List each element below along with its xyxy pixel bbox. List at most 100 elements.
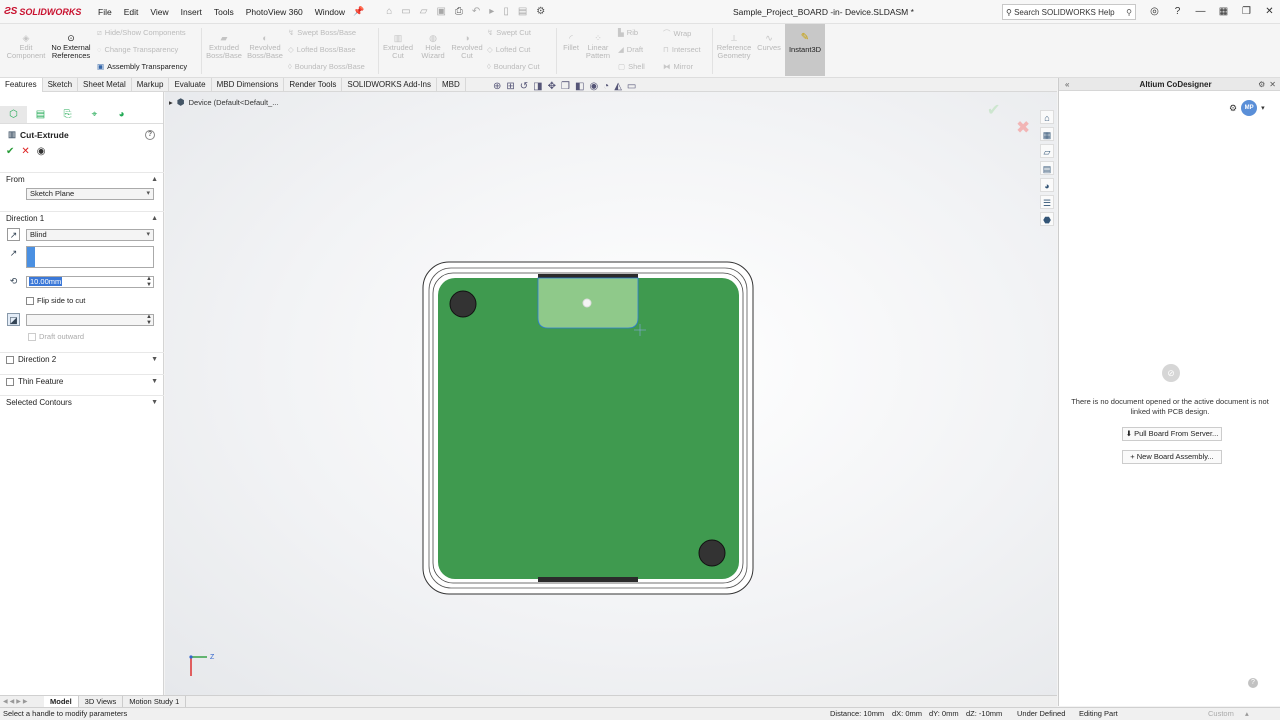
menu-tools[interactable]: Tools xyxy=(208,0,240,24)
fillet-button[interactable]: ◜ Fillet xyxy=(558,34,584,52)
restore-icon[interactable]: ❐ xyxy=(1235,0,1258,24)
edit-appearance-icon[interactable]: ◔ xyxy=(603,81,609,92)
thin-feature-header[interactable]: Thin Feature ▼ xyxy=(0,374,164,388)
hide-show-items-icon[interactable]: ◉ xyxy=(589,81,598,92)
mirror-button[interactable]: ⧓ Mirror xyxy=(663,62,693,71)
close-icon[interactable]: ✕ xyxy=(1258,0,1280,24)
menu-file[interactable]: File xyxy=(92,0,118,24)
file-properties-icon[interactable]: ▤ xyxy=(518,6,527,17)
thin-feature-checkbox[interactable] xyxy=(6,377,14,386)
revolved-boss-button[interactable]: ◐ Revolved Boss/Base xyxy=(245,34,285,60)
settings-gear-icon[interactable]: ⚙ xyxy=(1229,103,1237,114)
custom-properties-icon[interactable]: ☰ xyxy=(1040,195,1054,209)
rebuild-icon[interactable]: ▯ xyxy=(503,6,509,17)
revolved-cut-button[interactable]: ◑ Revolved Cut xyxy=(450,34,484,60)
hole-wizard-button[interactable]: ◍ Hole Wizard xyxy=(416,34,450,60)
minimize-icon[interactable]: — xyxy=(1189,0,1212,24)
avatar[interactable]: MP xyxy=(1241,100,1258,116)
lofted-boss-button[interactable]: ◇ Lofted Boss/Base xyxy=(288,45,356,54)
undo-icon[interactable]: ↶ xyxy=(472,6,480,17)
configuration-manager-icon[interactable]: ⎘ xyxy=(54,106,81,123)
swept-boss-button[interactable]: ↯ Swept Boss/Base xyxy=(288,28,356,37)
pane-settings-icon[interactable]: ⚙ xyxy=(1258,80,1265,89)
lofted-cut-button[interactable]: ◇ Lofted Cut xyxy=(487,45,530,54)
extruded-boss-button[interactable]: ▰ Extruded Boss/Base xyxy=(204,34,244,60)
hide-show-components-button[interactable]: ⧄ Hide/Show Components xyxy=(97,28,186,38)
depth-input[interactable]: 10.00mm ▲ ▼ xyxy=(26,276,154,288)
grid-icon[interactable]: ▦ xyxy=(1212,0,1235,24)
file-explorer-icon[interactable]: ▱ xyxy=(1040,144,1054,158)
cancel-x-icon[interactable]: ✕ xyxy=(21,146,29,157)
help-search-box[interactable]: ⚲ Search SOLIDWORKS Help ⚲ xyxy=(1002,4,1136,20)
chevron-down-icon[interactable]: ▾ xyxy=(1261,104,1265,112)
from-select[interactable]: Sketch Plane ▾ xyxy=(26,188,154,200)
view-orientation-icon[interactable]: ❒ xyxy=(561,81,570,92)
change-transparency-button[interactable]: ◌ Change Transparency xyxy=(97,45,178,54)
status-units[interactable]: Custom xyxy=(1208,708,1234,720)
instant3d-button[interactable]: ✎ Instant3D xyxy=(785,24,825,76)
open-folder-icon[interactable]: ▱ xyxy=(420,6,428,17)
appearances-icon[interactable]: ◕ xyxy=(1040,178,1054,192)
flip-side-checkbox[interactable]: Flip side to cut xyxy=(26,296,85,305)
search-input[interactable]: Search SOLIDWORKS Help xyxy=(1014,8,1114,17)
view-settings-icon[interactable]: ▭ xyxy=(627,81,636,92)
search-icon[interactable]: ⚲ xyxy=(1126,8,1132,17)
menu-window[interactable]: Window xyxy=(309,0,351,24)
menu-insert[interactable]: Insert xyxy=(175,0,208,24)
solidworks-logo[interactable]: ƧS SOLIDWORKS xyxy=(0,6,92,17)
tab-render-tools[interactable]: Render Tools xyxy=(284,77,343,92)
direction1-header[interactable]: Direction 1 ▲ xyxy=(0,211,164,225)
linear-pattern-button[interactable]: ⁘ Linear Pattern xyxy=(584,34,612,60)
assembly-transparency-button[interactable]: ▣ Assembly Transparency xyxy=(97,62,187,71)
tab-mbd[interactable]: MBD xyxy=(437,77,466,92)
spin-arrows-icon[interactable]: ▲ ▼ xyxy=(146,314,152,326)
shell-button[interactable]: ▢ Shell xyxy=(618,62,645,71)
end-condition-select[interactable]: Blind ▾ xyxy=(26,229,154,241)
swept-cut-button[interactable]: ↯ Swept Cut xyxy=(487,28,531,37)
feature-manager-icon[interactable]: ⬡ xyxy=(0,106,27,123)
tab-features[interactable]: Features xyxy=(0,77,43,92)
tab-solidworks-addins[interactable]: SOLIDWORKS Add-Ins xyxy=(342,77,437,92)
pin-icon[interactable]: 📌 xyxy=(353,6,364,17)
spin-arrows-icon[interactable]: ▲ ▼ xyxy=(146,276,152,288)
new-document-icon[interactable]: ▭ xyxy=(401,6,410,17)
property-manager-icon[interactable]: ▤ xyxy=(27,106,54,123)
draft-outward-checkbox[interactable]: Draft outward xyxy=(28,332,84,341)
tab-model[interactable]: Model xyxy=(44,696,79,707)
ok-check-icon[interactable]: ✔ xyxy=(6,146,14,157)
design-library-icon[interactable]: ▦ xyxy=(1040,127,1054,141)
menu-photoview[interactable]: PhotoView 360 xyxy=(240,0,309,24)
tab-markup[interactable]: Markup xyxy=(132,77,170,92)
boundary-boss-button[interactable]: ◊ Boundary Boss/Base xyxy=(288,62,365,71)
previous-view-icon[interactable]: ↺ xyxy=(520,81,528,92)
tab-mbd-dimensions[interactable]: MBD Dimensions xyxy=(212,77,285,92)
tab-sheet-metal[interactable]: Sheet Metal xyxy=(78,77,132,92)
collapse-pane-icon[interactable]: « xyxy=(1065,80,1125,89)
curves-button[interactable]: ∿ Curves xyxy=(756,34,782,52)
display-style-icon[interactable]: ◧ xyxy=(575,81,584,92)
edit-component-button[interactable]: ◈ Edit Component xyxy=(5,34,47,60)
draft-button[interactable]: ◢ Draft xyxy=(618,45,643,54)
menu-edit[interactable]: Edit xyxy=(118,0,145,24)
boundary-cut-button[interactable]: ◊ Boundary Cut xyxy=(487,62,540,71)
direction2-header[interactable]: Direction 2 ▼ xyxy=(0,352,164,366)
new-board-assembly-button[interactable]: + New Board Assembly... xyxy=(1122,450,1222,464)
units-chevron-icon[interactable]: ▴ xyxy=(1245,708,1249,720)
tab-scroll-arrows-icon[interactable]: ◀◀▶▶ xyxy=(0,698,44,705)
display-manager-icon[interactable]: ◕ xyxy=(108,106,135,123)
dynamic-annotation-icon[interactable]: ✥ xyxy=(548,81,556,92)
reference-geometry-button[interactable]: ⟂ Reference Geometry xyxy=(714,34,754,60)
options-gear-icon[interactable]: ⚙ xyxy=(536,6,545,17)
direction-selection-box[interactable] xyxy=(26,246,154,268)
model-viewport[interactable] xyxy=(165,92,1057,696)
solidworks-resources-icon[interactable]: ⌂ xyxy=(1040,110,1054,124)
home-icon[interactable]: ⌂ xyxy=(386,6,392,17)
altium-codesigner-icon[interactable]: ⬣ xyxy=(1040,212,1054,226)
pane-close-icon[interactable]: ✕ xyxy=(1269,80,1276,89)
zoom-to-fit-icon[interactable]: ⊕ xyxy=(493,81,501,92)
help-icon[interactable]: ? xyxy=(145,129,155,140)
draft-angle-input[interactable]: ▲ ▼ xyxy=(26,314,154,326)
extruded-cut-button[interactable]: ▥ Extruded Cut xyxy=(380,34,416,60)
draft-toggle-icon[interactable]: ◪ xyxy=(7,313,20,326)
save-icon[interactable]: ▣ xyxy=(436,6,445,17)
